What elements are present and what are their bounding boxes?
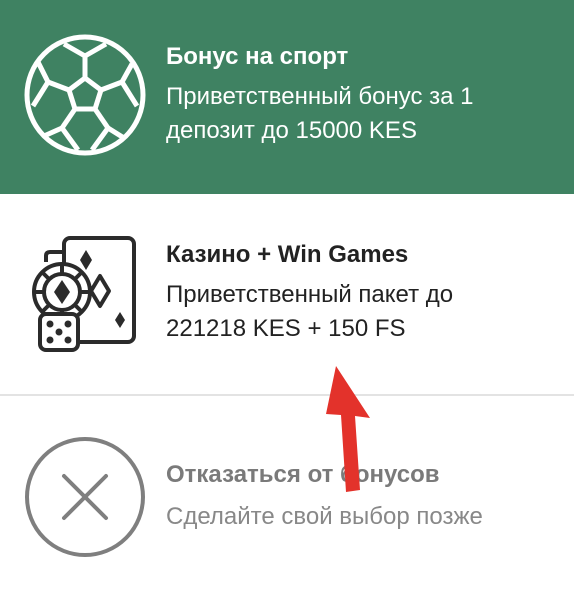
close-circle-icon (24, 436, 146, 558)
bonus-option-sport[interactable]: Бонус на спорт Приветственный бонус за 1… (0, 0, 574, 194)
option-text: Бонус на спорт Приветственный бонус за 1… (166, 42, 546, 148)
option-text: Казино + Win Games Приветственный пакет … (166, 240, 526, 346)
option-title: Бонус на спорт (166, 43, 349, 70)
soccer-ball-icon (24, 34, 146, 156)
option-description: Приветственный пакет до 221218 KES + 150… (166, 281, 454, 342)
bonus-option-decline[interactable]: Отказаться от бонусов Сделайте свой выбо… (0, 396, 574, 590)
casino-cards-chip-dice-icon (26, 232, 142, 356)
option-description: Сделайте свой выбор позже (166, 503, 483, 530)
bonus-option-casino[interactable]: Казино + Win Games Приветственный пакет … (0, 194, 574, 396)
option-title: Казино + Win Games (166, 241, 409, 268)
option-description: Приветственный бонус за 1 депозит до 150… (166, 83, 474, 144)
red-arrow-icon (322, 366, 378, 497)
